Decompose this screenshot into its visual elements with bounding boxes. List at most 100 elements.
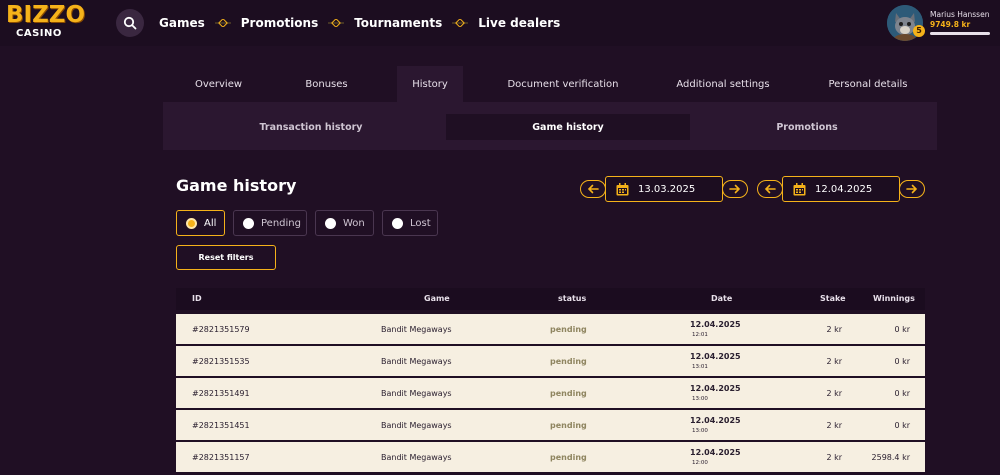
logo-wordmark: BIZZO — [6, 2, 85, 28]
cell-status: pending — [550, 421, 587, 430]
tab-personal-details[interactable]: Personal details — [803, 66, 933, 102]
user-name[interactable]: Marius Hanssen — [930, 10, 989, 19]
date-to-next-button[interactable] — [899, 180, 925, 198]
table-row[interactable]: #2821351157 Bandit Megaways pending 12.04.2… — [176, 442, 925, 472]
cell-id: #2821351491 — [192, 389, 250, 398]
cell-date: 12.04.2025 — [690, 416, 741, 425]
tab-history[interactable]: History — [397, 66, 463, 102]
nav-promotions[interactable]: Promotions — [241, 16, 318, 30]
nav-separator-icon — [452, 18, 469, 28]
subtab-game-history[interactable]: Game history — [446, 114, 690, 140]
table-header: ID Game status Date Stake Winnings — [176, 288, 925, 310]
arrow-right-icon — [906, 184, 918, 194]
filter-pending[interactable]: Pending — [233, 210, 307, 236]
cell-stake: 2 kr — [826, 389, 842, 398]
column-header-stake: Stake — [820, 294, 846, 303]
cell-id: #2821351535 — [192, 357, 250, 366]
column-header-winnings: Winnings — [873, 294, 915, 303]
cell-id: #2821351451 — [192, 421, 250, 430]
search-icon — [123, 16, 137, 30]
cell-date: 12.04.2025 — [690, 384, 741, 393]
filter-label: All — [204, 217, 217, 229]
radio-icon — [325, 217, 336, 229]
nav-live-dealers[interactable]: Live dealers — [478, 16, 560, 30]
nav-games[interactable]: Games — [159, 16, 205, 30]
cell-stake: 2 kr — [826, 325, 842, 334]
cell-date: 12.04.2025 — [690, 320, 741, 329]
cell-time: 12:00 — [692, 460, 708, 466]
filter-label: Lost — [410, 217, 431, 229]
cell-time: 13:00 — [692, 428, 708, 434]
cell-winnings: 2598.4 kr — [871, 453, 910, 462]
bizzo-casino-logo[interactable]: BIZZO CASINO — [6, 2, 85, 43]
column-header-id: ID — [192, 294, 202, 303]
user-balance: 9749.8 kr — [930, 20, 971, 29]
cell-winnings: 0 kr — [894, 389, 910, 398]
table-row[interactable]: #2821351491 Bandit Megaways pending 12.04.2… — [176, 378, 925, 408]
date-from-field[interactable]: 13.03.2025 — [605, 176, 723, 202]
cell-time: 13:01 — [692, 364, 708, 370]
date-to-field[interactable]: 12.04.2025 — [782, 176, 900, 202]
reset-filters-button[interactable]: Reset filters — [176, 245, 276, 270]
nav-separator-icon — [328, 18, 345, 28]
cell-date: 12.04.2025 — [690, 448, 741, 457]
filter-won[interactable]: Won — [315, 210, 374, 236]
cell-game: Bandit Megaways — [381, 389, 452, 398]
user-progress-bar — [930, 32, 990, 35]
filter-label: Won — [343, 217, 365, 229]
cell-time: 13:00 — [692, 396, 708, 402]
cell-date: 12.04.2025 — [690, 352, 741, 361]
cell-game: Bandit Megaways — [381, 421, 452, 430]
calendar-icon — [615, 182, 629, 196]
cell-game: Bandit Megaways — [381, 325, 452, 334]
filter-lost[interactable]: Lost — [382, 210, 438, 236]
cell-game: Bandit Megaways — [381, 357, 452, 366]
date-from-value: 13.03.2025 — [638, 183, 696, 195]
filter-label: Pending — [261, 217, 301, 229]
search-button[interactable] — [116, 9, 144, 37]
date-to-value: 12.04.2025 — [815, 183, 873, 195]
cell-winnings: 0 kr — [894, 325, 910, 334]
filter-all[interactable]: All — [176, 210, 225, 236]
subtab-transaction-history[interactable]: Transaction history — [193, 114, 429, 140]
tab-overview[interactable]: Overview — [163, 66, 274, 102]
cell-status: pending — [550, 389, 587, 398]
arrow-right-icon — [729, 184, 741, 194]
cell-id: #2821351579 — [192, 325, 250, 334]
table-row[interactable]: #2821351535 Bandit Megaways pending 12.04.2… — [176, 346, 925, 376]
cell-id: #2821351157 — [192, 453, 250, 462]
arrow-left-icon — [764, 184, 776, 194]
history-subtabs: Transaction history Game history Promoti… — [163, 102, 937, 150]
nav-separator-icon — [214, 18, 231, 28]
table-row[interactable]: #2821351451 Bandit Megaways pending 12.04.2… — [176, 410, 925, 440]
tab-additional-settings[interactable]: Additional settings — [653, 66, 793, 102]
level-badge: 5 — [913, 25, 925, 37]
top-header: BIZZO CASINO Games Promotions Tournament… — [0, 0, 1000, 46]
date-from-prev-button[interactable] — [580, 180, 606, 198]
cell-status: pending — [550, 357, 587, 366]
radio-icon — [392, 217, 403, 229]
table-row[interactable]: #2821351579 Bandit Megaways pending 12.04.2… — [176, 314, 925, 344]
cell-status: pending — [550, 453, 587, 462]
date-from-next-button[interactable] — [722, 180, 748, 198]
logo-subtitle: CASINO — [16, 28, 62, 39]
nav-tournaments[interactable]: Tournaments — [354, 16, 442, 30]
cell-time: 12:01 — [692, 332, 708, 338]
cell-status: pending — [550, 325, 587, 334]
calendar-icon — [792, 182, 806, 196]
tab-document-verification[interactable]: Document verification — [483, 66, 643, 102]
subtab-promotions[interactable]: Promotions — [693, 114, 921, 140]
tab-bonuses[interactable]: Bonuses — [274, 66, 379, 102]
radio-icon — [186, 217, 197, 229]
page-title: Game history — [176, 176, 297, 195]
cell-stake: 2 kr — [826, 421, 842, 430]
column-header-status: status — [558, 294, 587, 303]
main-nav: Games Promotions Tournaments Live dealer… — [159, 14, 560, 32]
date-to-prev-button[interactable] — [757, 180, 783, 198]
radio-icon — [243, 217, 254, 229]
column-header-game: Game — [424, 294, 450, 303]
cell-stake: 2 kr — [826, 453, 842, 462]
account-tabs: Overview Bonuses History Document verifi… — [163, 66, 937, 102]
cell-stake: 2 kr — [826, 357, 842, 366]
column-header-date: Date — [711, 294, 733, 303]
